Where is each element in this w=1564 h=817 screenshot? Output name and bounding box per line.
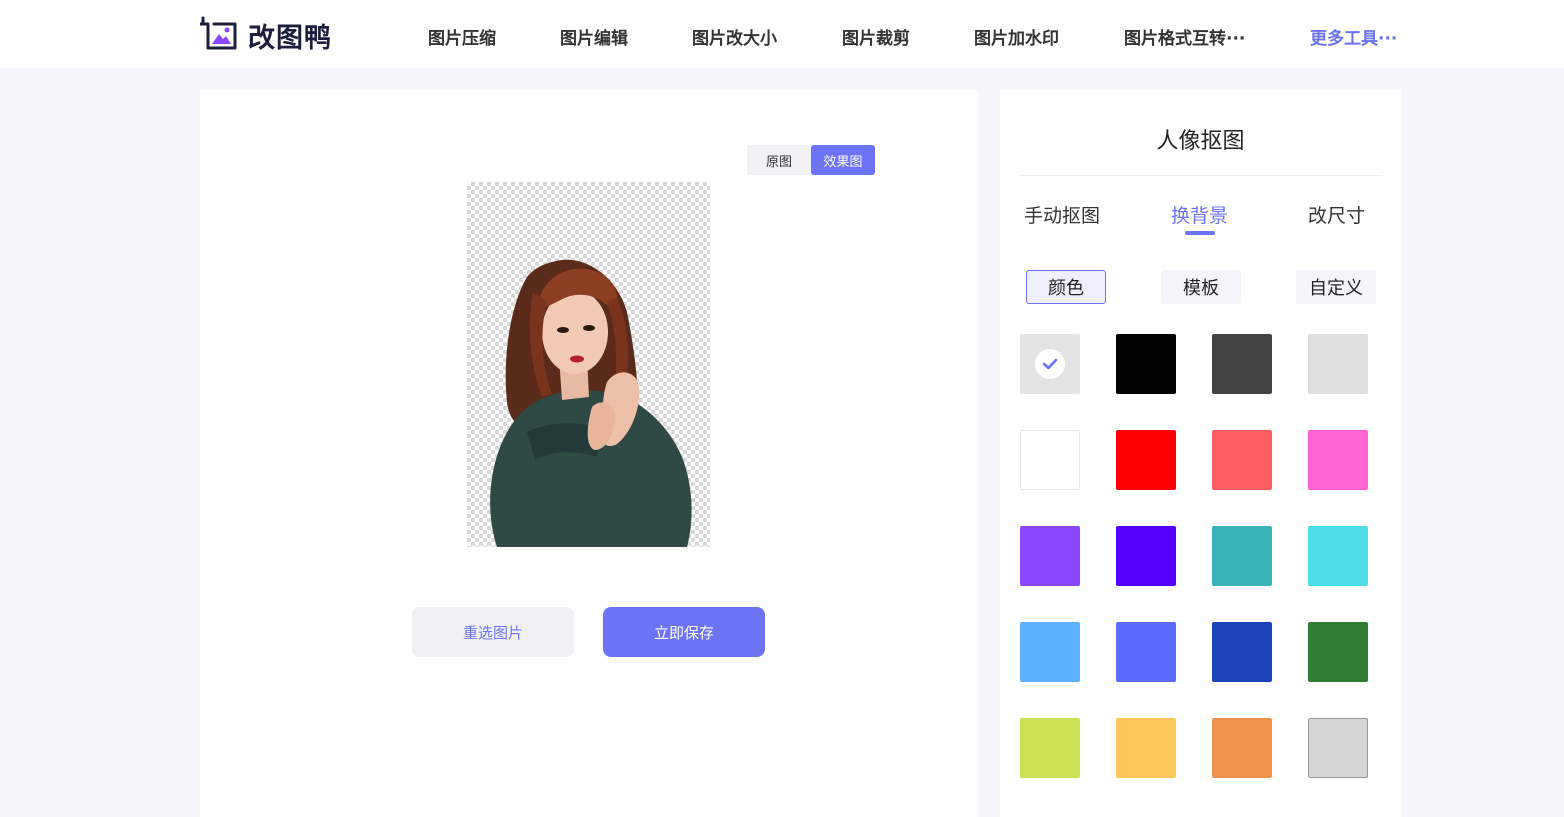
panel-title: 人像抠图 [1156,129,1245,154]
toggle-result[interactable]: 效果图 [811,145,875,175]
subtab-color[interactable]: 颜色 [1026,270,1106,304]
check-icon [1035,349,1065,379]
subtab-template[interactable]: 模板 [1161,270,1241,304]
nav-image-watermark[interactable]: 图片加水印 [974,24,1059,49]
color-swatch[interactable] [1116,718,1176,778]
color-swatch[interactable] [1116,622,1176,682]
result-image [467,182,710,547]
color-swatch[interactable] [1020,430,1080,490]
color-swatch[interactable] [1212,334,1272,394]
nav-image-crop[interactable]: 图片裁剪 [842,24,910,49]
color-swatch[interactable] [1308,430,1368,490]
color-swatch[interactable] [1308,526,1368,586]
tab-manual-cutout[interactable]: 手动抠图 [1024,201,1100,228]
tools-panel: 人像抠图 手动抠图 换背景 改尺寸 颜色 模板 自定义 [1000,90,1401,817]
tab-resize[interactable]: 改尺寸 [1308,201,1365,228]
brand-name: 改图鸭 [248,22,332,54]
logo-icon [198,16,238,54]
color-swatch[interactable] [1020,622,1080,682]
color-swatch[interactable] [1308,334,1368,394]
color-swatch[interactable] [1212,622,1272,682]
color-swatch[interactable] [1116,526,1176,586]
color-swatch[interactable] [1212,430,1272,490]
nav-image-format-convert[interactable]: 图片格式互转··· [1124,24,1245,49]
color-swatch[interactable] [1212,718,1272,778]
color-swatch[interactable] [1116,334,1176,394]
brand-logo[interactable]: 改图鸭 [198,16,332,54]
view-toggle: 原图 效果图 [747,145,875,175]
color-swatch[interactable] [1020,718,1080,778]
toggle-original[interactable]: 原图 [747,145,811,175]
color-swatch[interactable] [1020,526,1080,586]
color-swatch[interactable] [1308,622,1368,682]
reselect-image-button[interactable]: 重选图片 [412,607,574,657]
tab-change-background[interactable]: 换背景 [1171,201,1228,228]
top-header: 改图鸭 图片压缩 图片编辑 图片改大小 图片裁剪 图片加水印 图片格式互转···… [0,0,1564,68]
subtab-custom[interactable]: 自定义 [1296,270,1376,304]
color-swatch[interactable] [1116,430,1176,490]
nav-image-resize[interactable]: 图片改大小 [692,24,777,49]
nav-image-edit[interactable]: 图片编辑 [560,24,628,49]
save-now-button[interactable]: 立即保存 [603,607,765,657]
color-swatch[interactable] [1212,526,1272,586]
swatch-transparent[interactable] [1020,334,1080,394]
nav-image-compress[interactable]: 图片压缩 [428,24,496,49]
color-swatch[interactable] [1308,718,1368,778]
portrait-cutout [490,259,692,547]
divider [1020,175,1382,176]
active-tab-indicator [1185,231,1215,235]
preview-panel: 原图 效果图 重选图片 立即保存 [200,90,978,817]
nav-more-tools[interactable]: 更多工具··· [1310,24,1397,49]
